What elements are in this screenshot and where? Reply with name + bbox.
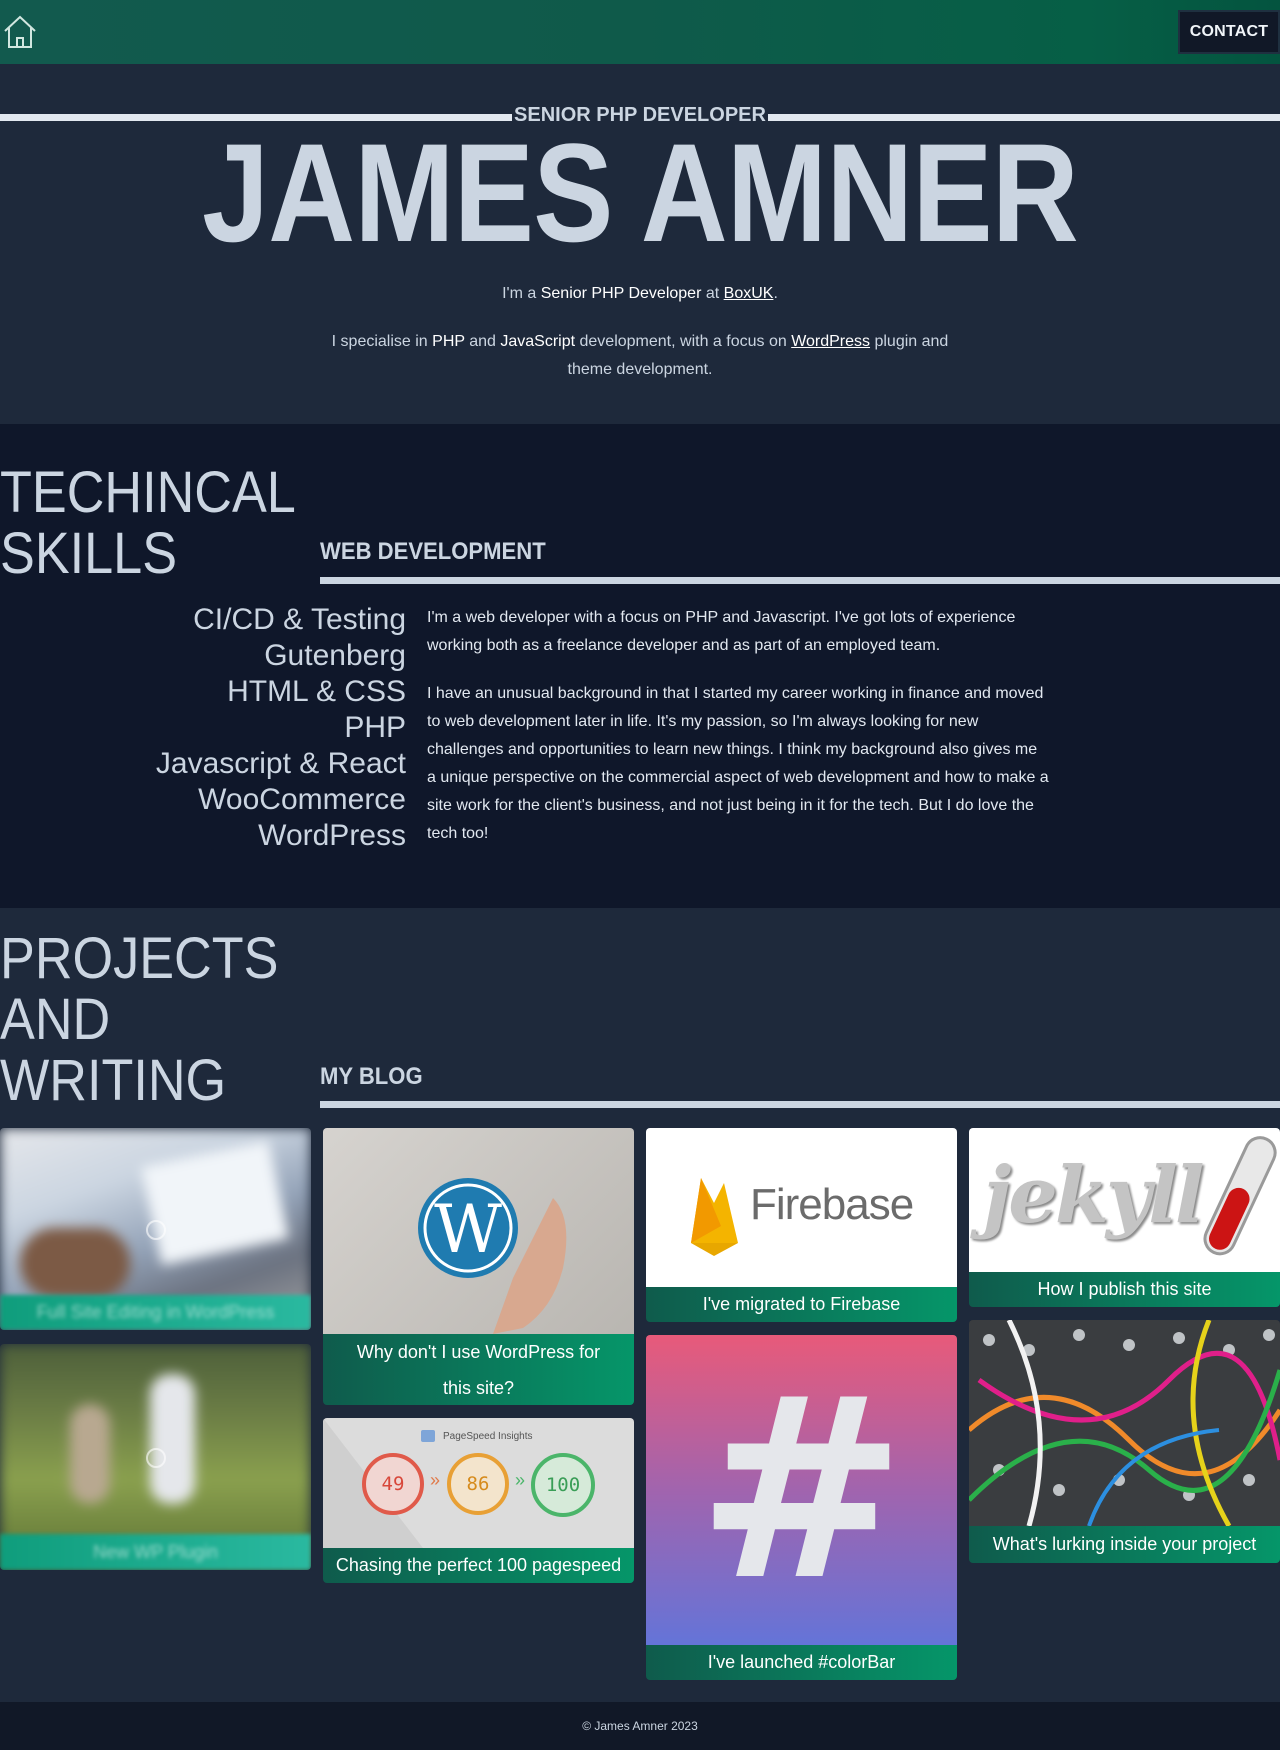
loading-spinner-icon bbox=[146, 1220, 166, 1240]
blog-card-title: What's lurking inside your project bbox=[969, 1526, 1280, 1563]
projects-heading-line: PROJECTS bbox=[0, 926, 279, 991]
intro-js: JavaScript bbox=[500, 333, 576, 350]
skills-heading-line: TECHINCAL bbox=[0, 460, 296, 525]
intro-line-1: I'm a Senior PHP Developer at BoxUK. bbox=[320, 280, 960, 308]
featured-project-card[interactable]: Full Site Editing in WordPress bbox=[0, 1128, 311, 1330]
company-link[interactable]: BoxUK bbox=[724, 285, 774, 302]
featured-project-title: Full Site Editing in WordPress bbox=[0, 1295, 311, 1330]
cables-image bbox=[969, 1320, 1280, 1528]
wordpress-photo: W bbox=[323, 1128, 634, 1334]
skills-heading: TECHINCAL SKILLS bbox=[0, 462, 296, 584]
blog-rule bbox=[320, 1101, 1280, 1108]
test-tube-icon bbox=[1203, 1136, 1277, 1256]
blog-card-title: Chasing the perfect 100 pagespeed bbox=[323, 1548, 634, 1583]
skill-item: Gutenberg bbox=[264, 639, 406, 672]
pagespeed-score-good: 100 bbox=[531, 1453, 595, 1517]
hero-name: JAMES AMNER bbox=[202, 114, 1079, 271]
projects-heading: PROJECTS AND WRITING bbox=[0, 928, 278, 1111]
skill-item: CI/CD & Testing bbox=[193, 603, 406, 636]
intro-role: Senior PHP Developer bbox=[540, 285, 702, 302]
skill-item: PHP bbox=[344, 711, 406, 744]
skill-list: CI/CD & Testing Gutenberg HTML & CSS PHP… bbox=[0, 602, 406, 854]
skill-item: WordPress bbox=[258, 819, 406, 852]
intro-line-2: I specialise in PHP and JavaScript devel… bbox=[320, 328, 960, 384]
web-dev-rule bbox=[320, 577, 1280, 584]
pagespeed-icon bbox=[421, 1430, 435, 1442]
pagespeed-image: PageSpeed Insights 49 » 86 » 100 bbox=[323, 1418, 634, 1548]
intro-text: I specialise in bbox=[331, 333, 433, 350]
blog-card-title: Why don't I use WordPress for this site? bbox=[323, 1334, 634, 1405]
skills-paragraph: I have an unusual background in that I s… bbox=[427, 685, 1049, 842]
firebase-logo-text: Firebase bbox=[750, 1180, 914, 1229]
hash-icon: # bbox=[696, 1344, 907, 1635]
intro-text: at bbox=[701, 285, 724, 302]
skill-item: WooCommerce bbox=[198, 783, 406, 816]
intro-text: . bbox=[773, 285, 778, 302]
pagespeed-label: PageSpeed Insights bbox=[443, 1431, 533, 1442]
blog-card-title: I've launched #colorBar bbox=[646, 1645, 957, 1680]
blog-heading: MY BLOG bbox=[320, 1063, 423, 1090]
wordpress-logo-icon: W bbox=[418, 1178, 567, 1334]
projects-heading-line: WRITING bbox=[0, 1048, 227, 1113]
jekyll-image: jekyll bbox=[969, 1128, 1280, 1272]
intro-text: and bbox=[464, 333, 501, 350]
copyright-text: © James Amner 2023 bbox=[582, 1719, 698, 1733]
contact-button[interactable]: CONTACT bbox=[1178, 10, 1280, 54]
blog-card[interactable]: What's lurking inside your project bbox=[969, 1320, 1280, 1563]
intro-php: PHP bbox=[432, 333, 465, 350]
loading-spinner-icon bbox=[146, 1448, 166, 1468]
wordpress-link[interactable]: WordPress bbox=[791, 333, 870, 350]
projects-heading-line: AND bbox=[0, 987, 111, 1052]
skills-description: I'm a web developer with a focus on PHP … bbox=[427, 604, 1049, 868]
firebase-image: Firebase bbox=[646, 1128, 957, 1287]
skill-item: Javascript & React bbox=[155, 747, 406, 780]
pagespeed-score-average: 86 bbox=[447, 1453, 509, 1515]
blog-card[interactable]: W Why don't I use WordPress for this sit… bbox=[323, 1128, 634, 1405]
intro-text: development, with a focus on bbox=[575, 333, 792, 350]
skill-item: HTML & CSS bbox=[227, 675, 406, 708]
skills-paragraph: I'm a web developer with a focus on PHP … bbox=[427, 609, 1016, 654]
arrow-icon: » bbox=[430, 1470, 441, 1490]
blog-card[interactable]: jekyll How I publish this site bbox=[969, 1128, 1280, 1307]
blog-card[interactable]: PageSpeed Insights 49 » 86 » 100 Chasing… bbox=[323, 1418, 634, 1583]
featured-project-title: New WP Plugin bbox=[0, 1534, 311, 1570]
blog-card-title: I've migrated to Firebase bbox=[646, 1287, 957, 1322]
featured-project-card[interactable]: New WP Plugin bbox=[0, 1344, 311, 1570]
arrow-icon: » bbox=[515, 1470, 526, 1490]
blog-card-title: How I publish this site bbox=[969, 1272, 1280, 1307]
skills-heading-line: SKILLS bbox=[0, 521, 178, 586]
intro-text: I'm a bbox=[502, 285, 541, 302]
home-icon[interactable] bbox=[2, 14, 38, 50]
footer: © James Amner 2023 bbox=[0, 1702, 1280, 1750]
colorbar-image: # bbox=[646, 1335, 957, 1645]
top-nav-bar: CONTACT bbox=[0, 0, 1280, 64]
skills-section: TECHINCAL SKILLS WEB DEVELOPMENT CI/CD &… bbox=[0, 424, 1280, 908]
blog-card[interactable]: Firebase I've migrated to Firebase bbox=[646, 1128, 957, 1322]
svg-text:W: W bbox=[434, 1191, 502, 1268]
pagespeed-score-poor: 49 bbox=[362, 1453, 424, 1515]
blog-card[interactable]: # I've launched #colorBar bbox=[646, 1335, 957, 1680]
web-dev-heading: WEB DEVELOPMENT bbox=[320, 538, 546, 565]
